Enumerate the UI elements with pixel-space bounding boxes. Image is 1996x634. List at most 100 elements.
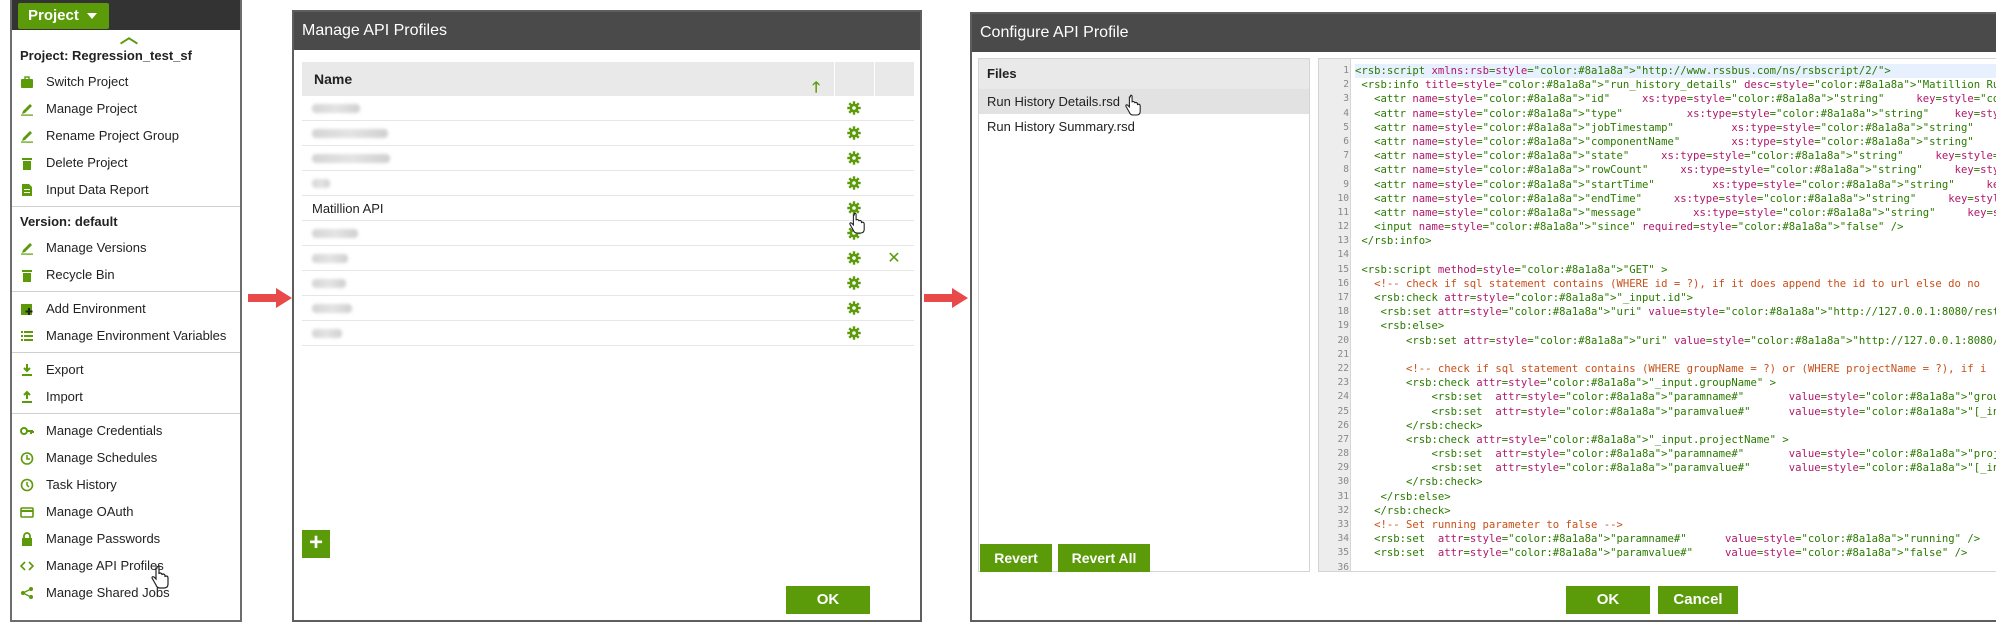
redacted-text xyxy=(312,278,346,288)
menu-item-recycle-bin[interactable]: Recycle Bin xyxy=(12,261,240,288)
code-line: 34 <rsb:set attr=style="color:#8a1a8a">"… xyxy=(1337,532,1996,546)
column-header-actions xyxy=(834,62,874,96)
menu-item-input-data-report[interactable]: Input Data Report xyxy=(12,176,240,203)
line-number: 18 xyxy=(1337,306,1349,318)
redacted-text xyxy=(312,153,390,163)
code-line: 22 <!-- check if sql statement contains … xyxy=(1337,362,1996,376)
blurred-profile-name xyxy=(302,101,834,116)
menu-item-manage-api-profiles[interactable]: Manage API Profiles xyxy=(12,552,240,579)
column-header-name[interactable]: Name 🡑 xyxy=(302,62,834,96)
menu-item-label: Manage Project xyxy=(46,101,138,116)
credit-card-icon xyxy=(20,505,34,519)
menu-item-manage-environment-variables[interactable]: Manage Environment Variables xyxy=(12,322,240,349)
menu-item-manage-oauth[interactable]: Manage OAuth xyxy=(12,498,240,525)
add-profile-button[interactable]: + xyxy=(302,530,330,558)
hand-cursor-icon xyxy=(1125,94,1141,116)
blurred-profile-name xyxy=(302,276,834,291)
table-row[interactable]: ✕ xyxy=(302,246,914,271)
pencil-icon xyxy=(20,102,34,116)
code-text: <rsb:info title=style="color:#8a1a8a">"r… xyxy=(1355,79,1996,92)
code-line: 16 <!-- check if sql statement contains … xyxy=(1337,277,1996,291)
table-row[interactable] xyxy=(302,221,914,246)
table-row[interactable]: Matillion API xyxy=(302,196,914,221)
code-text: <attr name=style="color:#8a1a8a">"endTim… xyxy=(1355,192,1996,205)
code-text: </rsb:else> xyxy=(1355,490,1451,503)
code-line: 25 <rsb:set attr=style="color:#8a1a8a">"… xyxy=(1337,405,1996,419)
code-line: 12 <input name=style="color:#8a1a8a">"si… xyxy=(1337,220,1996,234)
redacted-text xyxy=(312,253,348,263)
code-line: 24 <rsb:set attr=style="color:#8a1a8a">"… xyxy=(1337,390,1996,404)
project-title: Project: Regression_test_sf xyxy=(20,48,192,63)
file-item[interactable]: Run History Summary.rsd xyxy=(979,114,1309,139)
cancel-button[interactable]: Cancel xyxy=(1658,586,1738,614)
menu-header-bar: Project xyxy=(12,0,240,30)
menu-item-switch-project[interactable]: Switch Project xyxy=(12,68,240,95)
code-text: <rsb:set attr=style="color:#8a1a8a">"uri… xyxy=(1355,334,1996,347)
ok-button[interactable]: OK xyxy=(786,586,870,614)
redacted-text xyxy=(312,128,388,138)
code-line: 21 xyxy=(1337,348,1996,362)
menu-item-rename-project-group[interactable]: Rename Project Group xyxy=(12,122,240,149)
menu-item-manage-versions[interactable]: Manage Versions xyxy=(12,234,240,261)
menu-item-add-environment[interactable]: Add Environment xyxy=(12,295,240,322)
menu-item-delete-project[interactable]: Delete Project xyxy=(12,149,240,176)
table-row[interactable] xyxy=(302,146,914,171)
gear-icon[interactable] xyxy=(834,326,874,340)
code-line: 5 <attr name=style="color:#8a1a8a">"jobT… xyxy=(1343,121,1996,135)
table-row[interactable] xyxy=(302,121,914,146)
menu-item-label: Import xyxy=(46,389,83,404)
table-row[interactable] xyxy=(302,321,914,346)
line-number: 21 xyxy=(1337,348,1349,360)
pencil-icon xyxy=(20,241,34,255)
code-text: <rsb:set attr=style="color:#8a1a8a">"par… xyxy=(1355,448,1996,461)
code-line: 23 <rsb:check attr=style="color:#8a1a8a"… xyxy=(1337,376,1996,390)
gear-icon[interactable] xyxy=(834,251,874,265)
menu-item-manage-shared-jobs[interactable]: Manage Shared Jobs xyxy=(12,579,240,606)
code-line: 19 <rsb:else> xyxy=(1337,319,1996,333)
gear-icon[interactable] xyxy=(834,126,874,140)
menu-item-manage-project[interactable]: Manage Project xyxy=(12,95,240,122)
code-text: <attr name=style="color:#8a1a8a">"type" … xyxy=(1355,107,1996,120)
import-icon xyxy=(20,390,34,404)
code-editor[interactable]: 1 <rsb:script xmlns:rsb=style="color:#8a1… xyxy=(1318,58,1996,572)
menu-item-import[interactable]: Import xyxy=(12,383,240,410)
briefcase-icon xyxy=(20,75,34,89)
table-row[interactable] xyxy=(302,271,914,296)
gear-icon[interactable] xyxy=(834,301,874,315)
table-row[interactable] xyxy=(302,96,914,121)
menu-item-label: Manage OAuth xyxy=(46,504,134,519)
code-text: <rsb:set attr=style="color:#8a1a8a">"par… xyxy=(1355,391,1996,404)
files-panel: Files Run History Details.rsd Run Histor… xyxy=(978,58,1310,572)
table-header: Name 🡑 xyxy=(302,62,914,96)
menu-item-manage-credentials[interactable]: Manage Credentials xyxy=(12,417,240,444)
code-text: </rsb:info> xyxy=(1355,235,1432,248)
table-row[interactable] xyxy=(302,171,914,196)
gear-icon[interactable] xyxy=(834,151,874,165)
menu-item-label: Task History xyxy=(46,477,117,492)
code-text: <rsb:check attr=style="color:#8a1a8a">"_… xyxy=(1355,433,1789,446)
code-line: 7 <attr name=style="color:#8a1a8a">"stat… xyxy=(1343,149,1996,163)
api-profiles-table: Name 🡑 Matillion API ✕ xyxy=(302,62,914,346)
revert-all-button[interactable]: Revert All xyxy=(1058,544,1150,572)
sort-up-icon[interactable]: 🡑 xyxy=(812,71,820,105)
gear-icon[interactable] xyxy=(834,101,874,115)
code-line: 8 <attr name=style="color:#8a1a8a">"rowC… xyxy=(1343,163,1996,177)
gear-icon[interactable] xyxy=(834,176,874,190)
menu-item-label: Manage Credentials xyxy=(46,423,163,438)
ok-button[interactable]: OK xyxy=(1566,586,1650,614)
menu-item-task-history[interactable]: Task History xyxy=(12,471,240,498)
project-menu-button[interactable]: Project xyxy=(18,3,109,29)
gear-icon[interactable] xyxy=(834,276,874,290)
delete-x-icon[interactable]: ✕ xyxy=(874,248,914,268)
menu-item-label: Recycle Bin xyxy=(46,267,115,282)
code-text: <rsb:else> xyxy=(1355,320,1445,333)
menu-item-manage-passwords[interactable]: Manage Passwords xyxy=(12,525,240,552)
menu-divider xyxy=(12,352,240,353)
file-item[interactable]: Run History Details.rsd xyxy=(979,89,1309,114)
revert-button[interactable]: Revert xyxy=(980,544,1052,572)
menu-item-manage-schedules[interactable]: Manage Schedules xyxy=(12,444,240,471)
blurred-profile-name xyxy=(302,251,834,266)
table-row[interactable] xyxy=(302,296,914,321)
menu-item-export[interactable]: Export xyxy=(12,356,240,383)
code-text: <rsb:set attr=style="color:#8a1a8a">"par… xyxy=(1355,547,1968,560)
